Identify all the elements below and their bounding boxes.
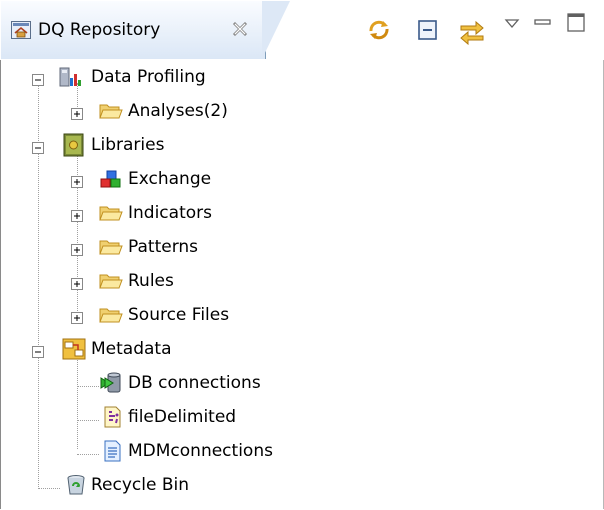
tree-node-data-profiling[interactable]: Data Profiling [0, 60, 600, 94]
tree-node-label: Data Profiling [91, 67, 206, 87]
tree-node-mdm-connections[interactable]: MDMconnections [0, 434, 600, 468]
tree-node-label: Metadata [91, 339, 172, 359]
close-icon[interactable] [232, 21, 248, 42]
expand-toggle-icon[interactable] [71, 207, 83, 222]
tree-node-file-delimited[interactable]: fileDelimited [0, 400, 600, 434]
expand-toggle-icon[interactable] [71, 275, 83, 290]
tree-node-exchange[interactable]: Exchange [0, 162, 600, 196]
tree-node-label: Libraries [91, 135, 165, 155]
tree-node-label: Source Files [128, 305, 230, 325]
folder-icon [99, 99, 123, 123]
tree-node-analyses[interactable]: Analyses(2) [0, 94, 600, 128]
home-icon [11, 21, 31, 44]
collapse-toggle-icon[interactable] [32, 139, 44, 154]
tree-node-metadata[interactable]: Metadata [0, 332, 600, 366]
folder-icon [99, 303, 123, 327]
view-menu-icon[interactable] [504, 15, 520, 35]
folder-icon [99, 201, 123, 225]
db-connections-icon [99, 371, 123, 395]
tree-node-libraries[interactable]: Libraries [0, 128, 600, 162]
expand-toggle-icon[interactable] [71, 241, 83, 256]
maximize-icon[interactable] [566, 12, 588, 39]
tree-node-source-files[interactable]: Source Files [0, 298, 600, 332]
minimize-icon[interactable] [534, 15, 552, 35]
tree-node-label: MDMconnections [128, 441, 273, 461]
tree-node-label: Rules [128, 271, 174, 291]
tree-node-rules[interactable]: Rules [0, 264, 600, 298]
tree-node-label: Indicators [128, 203, 212, 223]
collapse-toggle-icon[interactable] [32, 71, 44, 86]
expand-toggle-icon[interactable] [71, 173, 83, 188]
tab-edge [262, 1, 290, 59]
data-profiling-icon [58, 65, 82, 89]
folder-icon [99, 269, 123, 293]
mdm-connections-icon [101, 439, 125, 463]
view-tab-bar: DQ Repository [0, 0, 604, 60]
tree-node-label: Patterns [128, 237, 199, 257]
tree-node-recycle-bin[interactable]: Recycle Bin [0, 468, 600, 502]
tree-node-label: fileDelimited [128, 407, 237, 427]
metadata-icon [62, 337, 86, 361]
libraries-icon [62, 133, 86, 157]
repository-tree[interactable]: Data Profiling Analyses(2) Libraries Exc… [0, 60, 604, 510]
exchange-icon [99, 167, 123, 191]
collapse-toggle-icon[interactable] [32, 343, 44, 358]
tree-node-patterns[interactable]: Patterns [0, 230, 600, 264]
tree-node-label: Exchange [128, 169, 212, 189]
expand-toggle-icon[interactable] [71, 309, 83, 324]
collapse-all-icon[interactable] [416, 17, 440, 48]
file-delimited-icon [101, 405, 125, 429]
expand-toggle-icon[interactable] [71, 105, 83, 120]
tree-node-indicators[interactable]: Indicators [0, 196, 600, 230]
recycle-bin-icon [64, 473, 88, 497]
tree-node-db-connections[interactable]: DB connections [0, 366, 600, 400]
link-with-editor-icon[interactable] [458, 17, 486, 50]
folder-icon [99, 235, 123, 259]
tree-node-label: Analyses(2) [128, 101, 228, 121]
tree-node-label: DB connections [128, 373, 261, 393]
sync-icon[interactable] [366, 17, 392, 48]
tree-node-label: Recycle Bin [91, 475, 190, 495]
tab-title: DQ Repository [38, 20, 161, 40]
tab-dq-repository[interactable]: DQ Repository [1, 1, 266, 59]
